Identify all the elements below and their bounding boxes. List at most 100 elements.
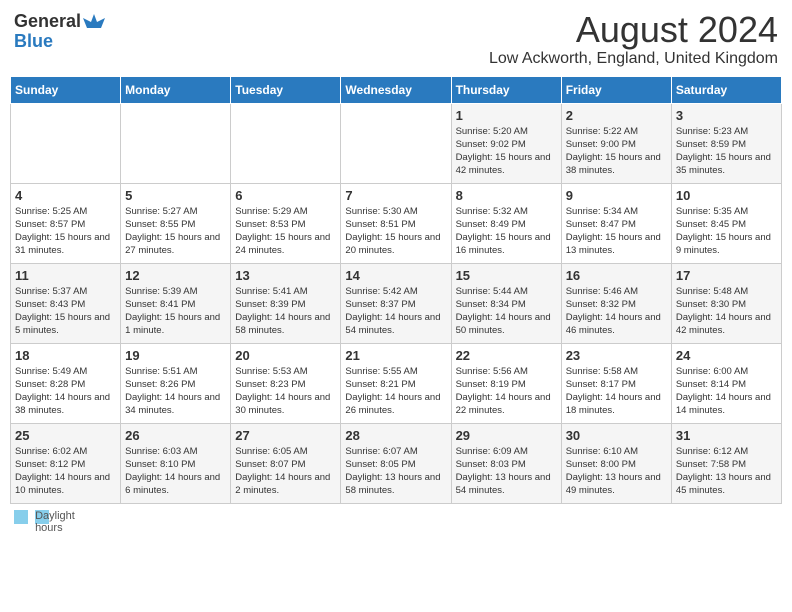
day-info: Sunrise: 5:27 AM Sunset: 8:55 PM Dayligh…: [125, 205, 226, 258]
day-number: 13: [235, 268, 336, 283]
day-info: Sunrise: 6:05 AM Sunset: 8:07 PM Dayligh…: [235, 445, 336, 498]
calendar-cell: 15 Sunrise: 5:44 AM Sunset: 8:34 PM Dayli…: [451, 263, 561, 343]
day-info: Sunrise: 5:20 AM Sunset: 9:02 PM Dayligh…: [456, 125, 557, 178]
calendar-cell: 9 Sunrise: 5:34 AM Sunset: 8:47 PM Daylig…: [561, 183, 671, 263]
calendar-cell: 14 Sunrise: 5:42 AM Sunset: 8:37 PM Dayli…: [341, 263, 451, 343]
day-number: 1: [456, 108, 557, 123]
day-number: 8: [456, 188, 557, 203]
day-info: Sunrise: 5:34 AM Sunset: 8:47 PM Dayligh…: [566, 205, 667, 258]
day-info: Sunrise: 5:48 AM Sunset: 8:30 PM Dayligh…: [676, 285, 777, 338]
day-number: 30: [566, 428, 667, 443]
calendar-cell: 21Sunrise: 5:55 AM Sunset: 8:21 PM Dayli…: [341, 343, 451, 423]
legend: Daylight hours: [10, 510, 782, 524]
day-number: 16: [566, 268, 667, 283]
day-of-week-header: Saturday: [671, 76, 781, 103]
page-header: General Blue August 2024 Low Ackworth, E…: [10, 10, 782, 68]
day-number: 4: [15, 188, 116, 203]
day-info: Sunrise: 6:12 AM Sunset: 7:58 PM Dayligh…: [676, 445, 777, 498]
day-number: 18: [15, 348, 116, 363]
calendar-cell: 3 Sunrise: 5:23 AM Sunset: 8:59 PM Daylig…: [671, 103, 781, 183]
calendar-week-row: 1 Sunrise: 5:20 AM Sunset: 9:02 PM Daylig…: [11, 103, 782, 183]
day-number: 14: [345, 268, 446, 283]
calendar-week-row: 11 Sunrise: 5:37 AM Sunset: 8:43 PM Dayli…: [11, 263, 782, 343]
calendar-cell: 13 Sunrise: 5:41 AM Sunset: 8:39 PM Dayli…: [231, 263, 341, 343]
calendar-cell: 20 Sunrise: 5:53 AM Sunset: 8:23 PM Dayli…: [231, 343, 341, 423]
calendar-table: SundayMondayTuesdayWednesdayThursdayFrid…: [10, 76, 782, 504]
day-info: Sunrise: 5:56 AM Sunset: 8:19 PM Dayligh…: [456, 365, 557, 418]
day-number: 28: [345, 428, 446, 443]
day-number: 5: [125, 188, 226, 203]
day-number: 31: [676, 428, 777, 443]
month-year: August 2024: [489, 10, 778, 50]
calendar-cell: 30Sunrise: 6:10 AM Sunset: 8:00 PM Dayli…: [561, 423, 671, 503]
day-number: 27: [235, 428, 336, 443]
logo-text-blue: Blue: [14, 32, 105, 50]
calendar-cell: 5 Sunrise: 5:27 AM Sunset: 8:55 PM Daylig…: [121, 183, 231, 263]
day-info: Sunrise: 5:25 AM Sunset: 8:57 PM Dayligh…: [15, 205, 116, 258]
day-number: 10: [676, 188, 777, 203]
day-number: 20: [235, 348, 336, 363]
calendar-cell: 6 Sunrise: 5:29 AM Sunset: 8:53 PM Daylig…: [231, 183, 341, 263]
logo-text-general: General: [14, 12, 81, 30]
logo: General Blue: [14, 10, 105, 50]
day-info: Sunrise: 6:03 AM Sunset: 8:10 PM Dayligh…: [125, 445, 226, 498]
day-number: 19: [125, 348, 226, 363]
logo-icon: [83, 10, 105, 32]
calendar-cell: 28Sunrise: 6:07 AM Sunset: 8:05 PM Dayli…: [341, 423, 451, 503]
day-number: 17: [676, 268, 777, 283]
calendar-cell: 29 Sunrise: 6:09 AM Sunset: 8:03 PM Dayli…: [451, 423, 561, 503]
day-of-week-header: Friday: [561, 76, 671, 103]
day-number: 2: [566, 108, 667, 123]
day-number: 9: [566, 188, 667, 203]
calendar-cell: 16Sunrise: 5:46 AM Sunset: 8:32 PM Dayli…: [561, 263, 671, 343]
day-of-week-header: Thursday: [451, 76, 561, 103]
title-block: August 2024 Low Ackworth, England, Unite…: [489, 10, 778, 68]
day-of-week-header: Tuesday: [231, 76, 341, 103]
day-info: Sunrise: 5:49 AM Sunset: 8:28 PM Dayligh…: [15, 365, 116, 418]
day-number: 26: [125, 428, 226, 443]
calendar-cell: 11 Sunrise: 5:37 AM Sunset: 8:43 PM Dayli…: [11, 263, 121, 343]
calendar-cell: 10 Sunrise: 5:35 AM Sunset: 8:45 PM Dayli…: [671, 183, 781, 263]
calendar-cell: 26 Sunrise: 6:03 AM Sunset: 8:10 PM Dayli…: [121, 423, 231, 503]
day-info: Sunrise: 5:55 AM Sunset: 8:21 PM Dayligh…: [345, 365, 446, 418]
location: Low Ackworth, England, United Kingdom: [489, 50, 778, 68]
day-info: Sunrise: 5:42 AM Sunset: 8:37 PM Dayligh…: [345, 285, 446, 338]
calendar-cell: 1 Sunrise: 5:20 AM Sunset: 9:02 PM Daylig…: [451, 103, 561, 183]
day-info: Sunrise: 5:30 AM Sunset: 8:51 PM Dayligh…: [345, 205, 446, 258]
day-info: Sunrise: 5:35 AM Sunset: 8:45 PM Dayligh…: [676, 205, 777, 258]
calendar-cell: 25 Sunrise: 6:02 AM Sunset: 8:12 PM Dayli…: [11, 423, 121, 503]
day-of-week-header: Sunday: [11, 76, 121, 103]
day-info: Sunrise: 5:58 AM Sunset: 8:17 PM Dayligh…: [566, 365, 667, 418]
legend-color-swatch: [14, 510, 28, 524]
day-number: 15: [456, 268, 557, 283]
day-info: Sunrise: 5:44 AM Sunset: 8:34 PM Dayligh…: [456, 285, 557, 338]
calendar-cell: 18 Sunrise: 5:49 AM Sunset: 8:28 PM Dayli…: [11, 343, 121, 423]
day-info: Sunrise: 5:32 AM Sunset: 8:49 PM Dayligh…: [456, 205, 557, 258]
day-info: Sunrise: 5:37 AM Sunset: 8:43 PM Dayligh…: [15, 285, 116, 338]
day-info: Sunrise: 5:53 AM Sunset: 8:23 PM Dayligh…: [235, 365, 336, 418]
day-number: 25: [15, 428, 116, 443]
day-number: 3: [676, 108, 777, 123]
day-number: 23: [566, 348, 667, 363]
legend-label: Daylight hours: [35, 510, 49, 524]
calendar-cell: 17 Sunrise: 5:48 AM Sunset: 8:30 PM Dayli…: [671, 263, 781, 343]
day-number: 29: [456, 428, 557, 443]
calendar-cell: 2Sunrise: 5:22 AM Sunset: 9:00 PM Daylig…: [561, 103, 671, 183]
day-number: 11: [15, 268, 116, 283]
day-info: Sunrise: 6:02 AM Sunset: 8:12 PM Dayligh…: [15, 445, 116, 498]
day-info: Sunrise: 5:29 AM Sunset: 8:53 PM Dayligh…: [235, 205, 336, 258]
calendar-cell: 23 Sunrise: 5:58 AM Sunset: 8:17 PM Dayli…: [561, 343, 671, 423]
day-info: Sunrise: 6:00 AM Sunset: 8:14 PM Dayligh…: [676, 365, 777, 418]
day-info: Sunrise: 5:51 AM Sunset: 8:26 PM Dayligh…: [125, 365, 226, 418]
day-info: Sunrise: 5:41 AM Sunset: 8:39 PM Dayligh…: [235, 285, 336, 338]
day-number: 6: [235, 188, 336, 203]
day-info: Sunrise: 6:09 AM Sunset: 8:03 PM Dayligh…: [456, 445, 557, 498]
calendar-cell: 19 Sunrise: 5:51 AM Sunset: 8:26 PM Dayli…: [121, 343, 231, 423]
calendar-cell: [11, 103, 121, 183]
day-number: 7: [345, 188, 446, 203]
day-info: Sunrise: 5:23 AM Sunset: 8:59 PM Dayligh…: [676, 125, 777, 178]
calendar-cell: 7 Sunrise: 5:30 AM Sunset: 8:51 PM Daylig…: [341, 183, 451, 263]
day-of-week-header: Monday: [121, 76, 231, 103]
calendar-cell: [341, 103, 451, 183]
calendar-week-row: 4 Sunrise: 5:25 AM Sunset: 8:57 PM Daylig…: [11, 183, 782, 263]
